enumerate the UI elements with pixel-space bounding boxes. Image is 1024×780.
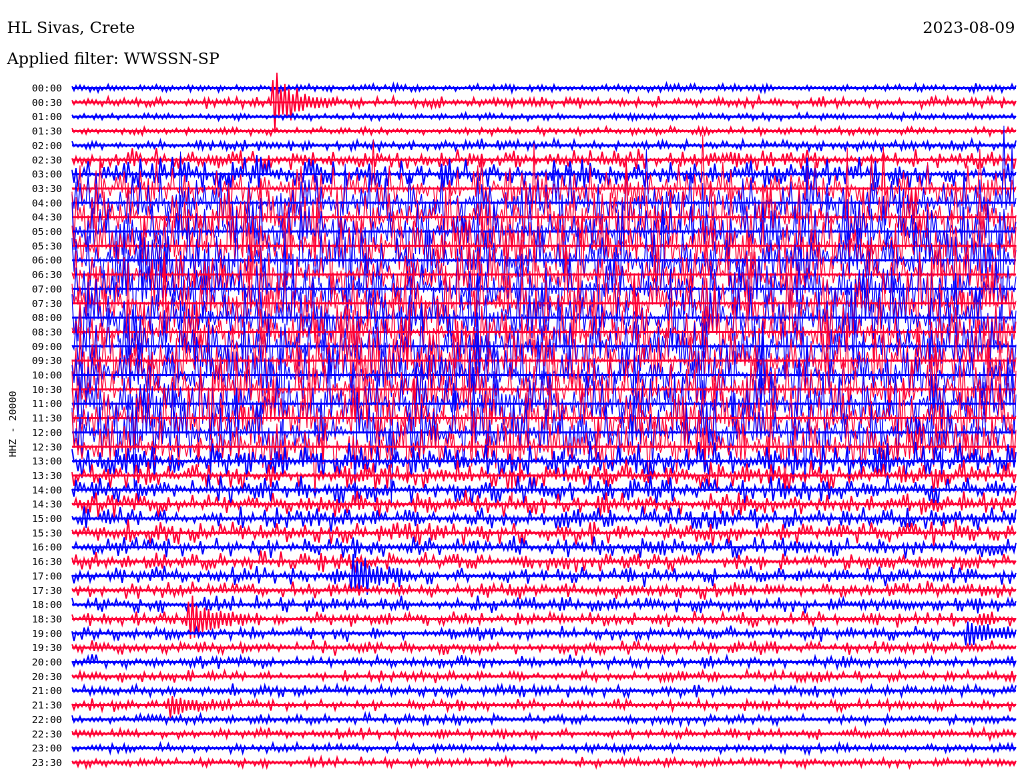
time-tick-label: 20:00 — [32, 658, 62, 669]
time-tick-label: 20:30 — [32, 672, 62, 683]
tick-labels: 00:00 00:30 01:00 01:30 02:00 02:30 03:00 03:30… — [32, 84, 62, 769]
time-tick-label: 15:00 — [32, 514, 62, 525]
time-tick-label: 08:00 — [32, 313, 62, 324]
time-tick-label: 05:30 — [32, 241, 62, 252]
time-tick-label: 13:00 — [32, 457, 62, 468]
time-tick-label: 21:30 — [32, 701, 62, 712]
time-tick-label: 11:30 — [32, 414, 62, 425]
time-tick-label: 19:30 — [32, 643, 62, 654]
time-tick-label: 10:00 — [32, 371, 62, 382]
time-tick-label: 06:30 — [32, 270, 62, 281]
time-tick-label: 14:00 — [32, 485, 62, 496]
time-tick-label: 02:00 — [32, 141, 62, 152]
time-tick-label: 22:30 — [32, 729, 62, 740]
time-tick-label: 09:00 — [32, 342, 62, 353]
time-tick-label: 16:00 — [32, 543, 62, 554]
time-tick-label: 19:00 — [32, 629, 62, 640]
time-tick-label: 00:00 — [32, 84, 62, 95]
time-tick-label: 10:30 — [32, 385, 62, 396]
time-tick-label: 13:30 — [32, 471, 62, 482]
time-tick-label: 05:00 — [32, 227, 62, 238]
time-tick-label: 02:30 — [32, 155, 62, 166]
time-tick-label: 18:00 — [32, 600, 62, 611]
time-tick-label: 09:30 — [32, 356, 62, 367]
time-tick-label: 21:00 — [32, 686, 62, 697]
time-tick-label: 07:30 — [32, 299, 62, 310]
time-tick-label: 12:30 — [32, 442, 62, 453]
time-tick-label: 17:30 — [32, 586, 62, 597]
time-tick-label: 18:30 — [32, 614, 62, 625]
time-tick-label: 11:00 — [32, 399, 62, 410]
time-tick-label: 06:00 — [32, 256, 62, 267]
time-tick-label: 01:30 — [32, 127, 62, 138]
time-tick-label: 03:30 — [32, 184, 62, 195]
time-tick-label: 04:30 — [32, 213, 62, 224]
time-tick-label: 12:00 — [32, 428, 62, 439]
y-axis-label: HHZ - 20000 — [8, 391, 19, 457]
time-tick-label: 17:00 — [32, 571, 62, 582]
time-tick-label: 00:30 — [32, 98, 62, 109]
trace-2130 — [71, 696, 1017, 718]
time-tick-label: 08:30 — [32, 327, 62, 338]
time-tick-label: 04:00 — [32, 198, 62, 209]
time-tick-label: 23:30 — [32, 758, 62, 769]
time-tick-label: 23:00 — [32, 744, 62, 755]
time-tick-label: 16:30 — [32, 557, 62, 568]
time-tick-label: 15:30 — [32, 528, 62, 539]
time-tick-label: 14:30 — [32, 500, 62, 511]
trace-group — [71, 72, 1017, 771]
time-tick-label: 22:00 — [32, 715, 62, 726]
time-tick-label: 01:00 — [32, 112, 62, 123]
time-tick-label: 07:00 — [32, 284, 62, 295]
time-tick-label: 03:00 — [32, 170, 62, 181]
seismogram-plot: 00:00 00:30 01:00 01:30 02:00 02:30 03:00 03:30… — [8, 72, 1017, 771]
